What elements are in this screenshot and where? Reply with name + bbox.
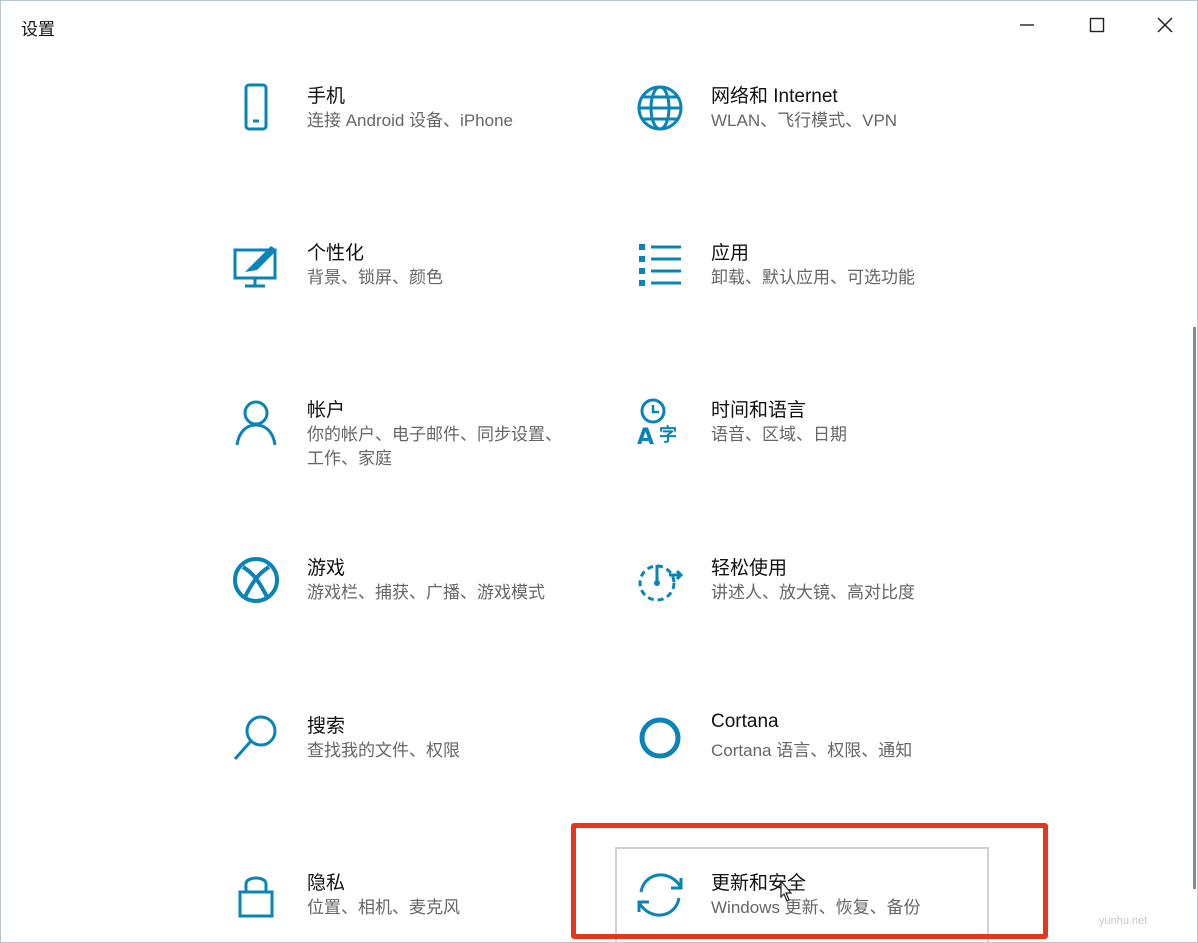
tile-network[interactable]: 网络和 Internet WLAN、飞行模式、VPN [633,81,973,181]
close-icon [1157,17,1173,33]
tile-description: 查找我的文件、权限 [307,741,460,760]
time-language-icon: A字 [633,395,687,449]
mouse-cursor-icon [780,879,793,902]
tile-privacy[interactable]: 隐私 位置、相机、麦克风 [229,868,569,943]
tile-description: 你的帐户、电子邮件、同步设置、工作、家庭 [307,425,562,468]
window-title: 设置 [21,20,55,39]
tile-ease-of-access[interactable]: 轻松使用 讲述人、放大镜、高对比度 [633,553,973,653]
person-icon [229,395,283,449]
tile-gaming[interactable]: 游戏 游戏栏、捕获、广播、游戏模式 [229,553,569,653]
ease-of-access-icon [633,553,687,607]
tile-cortana[interactable]: Cortana Cortana 语言、权限、通知 [633,711,973,811]
tile-description: 语音、区域、日期 [711,425,847,444]
tile-description: 游戏栏、捕获、广播、游戏模式 [307,583,545,602]
search-icon [229,711,283,765]
tile-name: 游戏 [307,558,346,579]
personalization-icon [229,238,283,292]
phone-icon [229,81,283,135]
globe-icon [633,81,687,135]
tile-name: 时间和语言 [711,400,807,421]
tile-description: WLAN、飞行模式、VPN [711,111,898,130]
annotation-highlight-box [571,823,1048,939]
title-bar: 设置 [1,1,1197,51]
tile-description: Cortana 语言、权限、通知 [711,741,913,760]
tile-name: 轻松使用 [711,558,788,579]
tile-accounts[interactable]: 帐户 你的帐户、电子邮件、同步设置、工作、家庭 [229,395,569,495]
vertical-scrollbar[interactable] [1193,327,1196,889]
maximize-icon [1089,17,1105,33]
svg-text:A: A [637,425,654,447]
tile-description: 连接 Android 设备、iPhone [307,111,513,130]
tile-name: 个性化 [307,243,365,264]
xbox-icon [229,553,283,607]
cortana-icon [633,711,687,765]
tile-personalization[interactable]: 个性化 背景、锁屏、颜色 [229,238,569,338]
tile-description: 位置、相机、麦克风 [307,898,460,917]
minimize-icon [1020,24,1034,26]
tile-description: 背景、锁屏、颜色 [307,268,443,287]
minimize-button[interactable] [993,1,1061,49]
watermark: yunhu.net [1099,915,1148,927]
tile-name: Cortana [711,711,779,732]
tile-name: 隐私 [307,873,346,894]
tile-name: 搜索 [307,716,346,737]
apps-list-icon [633,238,687,292]
lock-icon [229,868,283,922]
tile-name: 应用 [711,243,750,264]
tile-search[interactable]: 搜索 查找我的文件、权限 [229,711,569,811]
tile-description: 卸载、默认应用、可选功能 [711,268,915,287]
tile-name: 网络和 Internet [711,86,838,107]
tile-name: 帐户 [307,400,346,421]
maximize-button[interactable] [1063,1,1131,49]
settings-window: 设置 手机 连接 Android 设备、iPhone 网络和 Internet … [0,0,1198,943]
tile-name: 手机 [307,86,346,107]
close-button[interactable] [1131,1,1198,49]
tile-phone[interactable]: 手机 连接 Android 设备、iPhone [229,81,569,181]
tile-description: 讲述人、放大镜、高对比度 [711,583,915,602]
svg-text:字: 字 [659,424,677,446]
tile-apps[interactable]: 应用 卸载、默认应用、可选功能 [633,238,973,338]
tile-time-language[interactable]: A字 时间和语言 语音、区域、日期 [633,395,973,495]
